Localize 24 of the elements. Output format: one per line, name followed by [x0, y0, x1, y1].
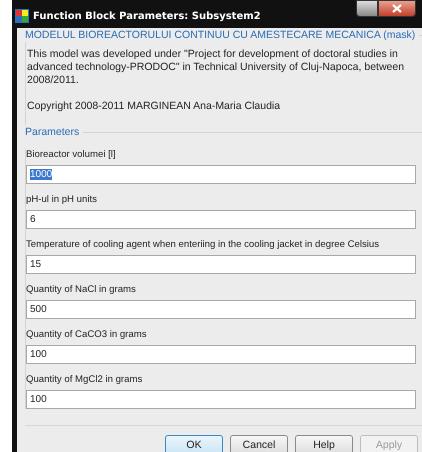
close-button[interactable] [378, 0, 416, 17]
group-title: Parameters [25, 125, 80, 139]
dialog-button[interactable]: Help [295, 435, 353, 452]
input-field[interactable]: 6 [26, 210, 416, 229]
input-field[interactable]: 1000 [26, 165, 416, 184]
maximize-button[interactable] [356, 0, 378, 17]
field-label: pH-ul in pH units [26, 194, 98, 206]
field-label: Temperature of cooling agent when enteriing in the cooling jacket in degree Celsius [26, 239, 380, 251]
description-text: This model was developed under "Project for development of doctoral studies in advanced technology-PRODOC" in Technical University of Cluj-Napoca, between 2008/2011. [26, 47, 406, 87]
window-title: Function Block Parameters: Subsystem2 [33, 10, 261, 24]
input-field[interactable]: 100 [26, 390, 416, 409]
input-field[interactable]: 15 [26, 255, 416, 274]
input-field[interactable]: 100 [26, 345, 416, 364]
field-label: Quantity of NaCl in grams [26, 284, 137, 296]
app-icon [15, 9, 29, 23]
dialog-button[interactable]: Cancel [230, 435, 288, 452]
field-label: Quantity of CaCO3 in grams [26, 329, 148, 341]
close-icon [392, 4, 402, 13]
field-label: Quantity of MgCl2 in grams [26, 374, 144, 386]
group-title: MODELUL BIOREACTORULUI CONTINUU CU AMESTECARE MECANICA (mask) [25, 28, 416, 42]
dialog-button[interactable]: OK [165, 435, 223, 452]
input-field[interactable]: 500 [26, 300, 416, 319]
field-label: Bioreactor volumei [l] [26, 149, 117, 161]
copyright-text: Copyright 2008-2011 MARGINEAN Ana-Maria Claudia [26, 99, 282, 114]
